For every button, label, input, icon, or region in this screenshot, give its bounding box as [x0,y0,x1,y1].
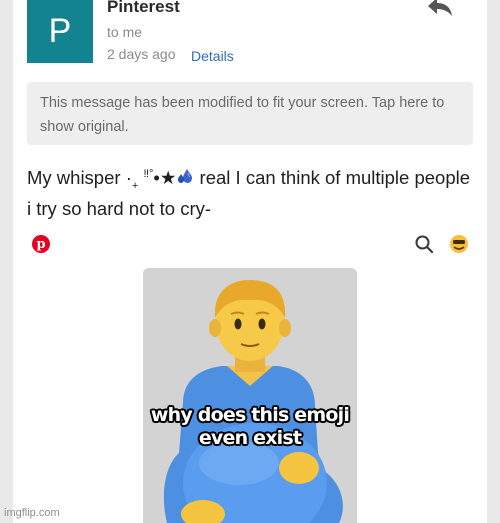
pin-image-card[interactable]: why does this emoji even exist [143,268,357,523]
left-margin [0,0,13,523]
reply-icon[interactable] [425,0,455,20]
email-view: P Pinterest to me 2 days ago Details Thi… [13,0,487,523]
right-margin [487,0,500,523]
recipient-line: to me [107,24,143,40]
pinterest-logo-icon[interactable]: p [32,235,50,253]
details-link[interactable]: Details [191,48,234,64]
modified-notice[interactable]: This message has been modified to fit yo… [27,82,473,145]
pregnant-man-emoji-image [143,268,357,523]
emoji-avatar-icon[interactable] [449,234,469,254]
sender-name: Pinterest [107,0,180,16]
email-date: 2 days ago [107,46,176,62]
search-icon[interactable] [414,234,434,254]
pin-caption: why does this emoji even exist [150,404,350,449]
imgflip-watermark: imgflip.com [4,507,60,519]
sweat-droplets-icon [178,169,193,183]
body-subscript: + [131,180,139,192]
body-text-part1: My whisper · [27,167,132,188]
body-superscript: ‼° [143,168,154,180]
email-body: My whisper ·+ ‼°•★ real I can think of m… [27,164,477,223]
body-text-part2: •★ [153,167,177,188]
sender-avatar: P [27,0,93,63]
